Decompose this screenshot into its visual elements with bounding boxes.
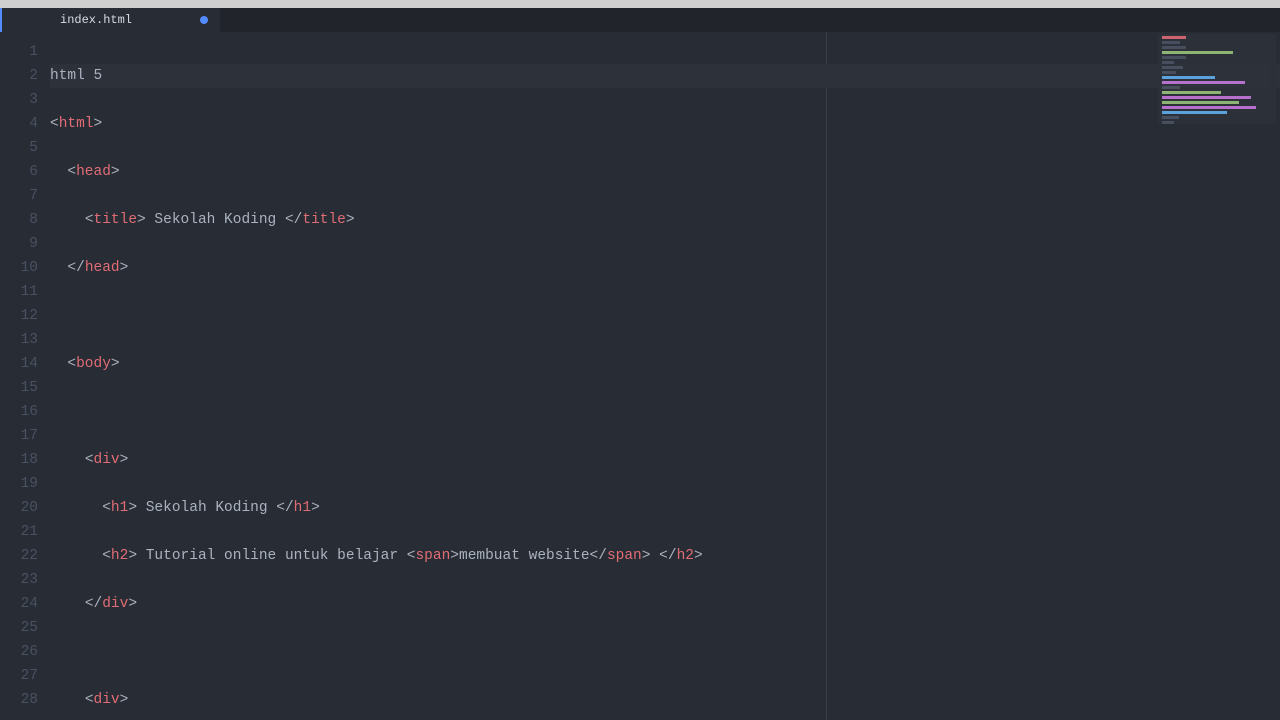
h1-text: Sekolah Koding — [137, 500, 276, 516]
code-content[interactable]: html 5 <html> <head> <title> Sekolah Kod… — [50, 32, 1280, 720]
line-number: 26 — [0, 640, 38, 664]
line-number: 7 — [0, 184, 38, 208]
line-number: 11 — [0, 280, 38, 304]
minimap[interactable] — [1158, 34, 1276, 124]
code-line[interactable]: <h2> Tutorial online untuk belajar <span… — [50, 544, 1280, 568]
tab-filename: index.html — [60, 13, 132, 27]
code-line[interactable]: <title> Sekolah Koding </title> — [50, 208, 1280, 232]
line-number: 25 — [0, 616, 38, 640]
modified-dot-icon — [200, 16, 208, 24]
line-number: 20 — [0, 496, 38, 520]
code-line[interactable]: <h1> Sekolah Koding </h1> — [50, 496, 1280, 520]
line-number: 27 — [0, 664, 38, 688]
line-number: 17 — [0, 424, 38, 448]
line-number: 12 — [0, 304, 38, 328]
line-number: 21 — [0, 520, 38, 544]
line-number: 10 — [0, 256, 38, 280]
line-number: 19 — [0, 472, 38, 496]
line-number: 18 — [0, 448, 38, 472]
code-line[interactable]: html 5 — [50, 64, 1280, 88]
line-number: 16 — [0, 400, 38, 424]
title-text: Sekolah Koding — [146, 212, 285, 228]
code-line[interactable]: </head> — [50, 256, 1280, 280]
line-number: 2 — [0, 64, 38, 88]
code-line[interactable] — [50, 304, 1280, 328]
line-number: 13 — [0, 328, 38, 352]
code-line[interactable]: </div> — [50, 592, 1280, 616]
line-number: 14 — [0, 352, 38, 376]
tab-bar: index.html — [0, 8, 1280, 32]
h2-text-a: Tutorial online untuk belajar — [137, 548, 407, 564]
code-line[interactable]: <div> — [50, 688, 1280, 712]
line-number: 24 — [0, 592, 38, 616]
line-number: 28 — [0, 688, 38, 712]
line-number-gutter: 1 2 3 4 5 6 7 8 9 10 11 12 13 14 15 16 1… — [0, 32, 50, 720]
code-line[interactable]: <head> — [50, 160, 1280, 184]
tab-index-html[interactable]: index.html — [0, 8, 220, 32]
line-number: 23 — [0, 568, 38, 592]
line-number: 3 — [0, 88, 38, 112]
line-number: 9 — [0, 232, 38, 256]
code-line[interactable] — [50, 640, 1280, 664]
editor-area[interactable]: 1 2 3 4 5 6 7 8 9 10 11 12 13 14 15 16 1… — [0, 32, 1280, 720]
line-number: 22 — [0, 544, 38, 568]
line-number: 1 — [0, 40, 38, 64]
line-number: 15 — [0, 376, 38, 400]
code-line[interactable] — [50, 400, 1280, 424]
window-titlebar — [0, 0, 1280, 8]
line-number: 5 — [0, 136, 38, 160]
code-line[interactable]: <body> — [50, 352, 1280, 376]
line-number: 8 — [0, 208, 38, 232]
line-number: 4 — [0, 112, 38, 136]
code-line[interactable]: <div> — [50, 448, 1280, 472]
h2-span-text: membuat website — [459, 548, 590, 564]
line-number: 6 — [0, 160, 38, 184]
code-line[interactable]: <html> — [50, 112, 1280, 136]
code-text: html 5 — [50, 68, 102, 84]
